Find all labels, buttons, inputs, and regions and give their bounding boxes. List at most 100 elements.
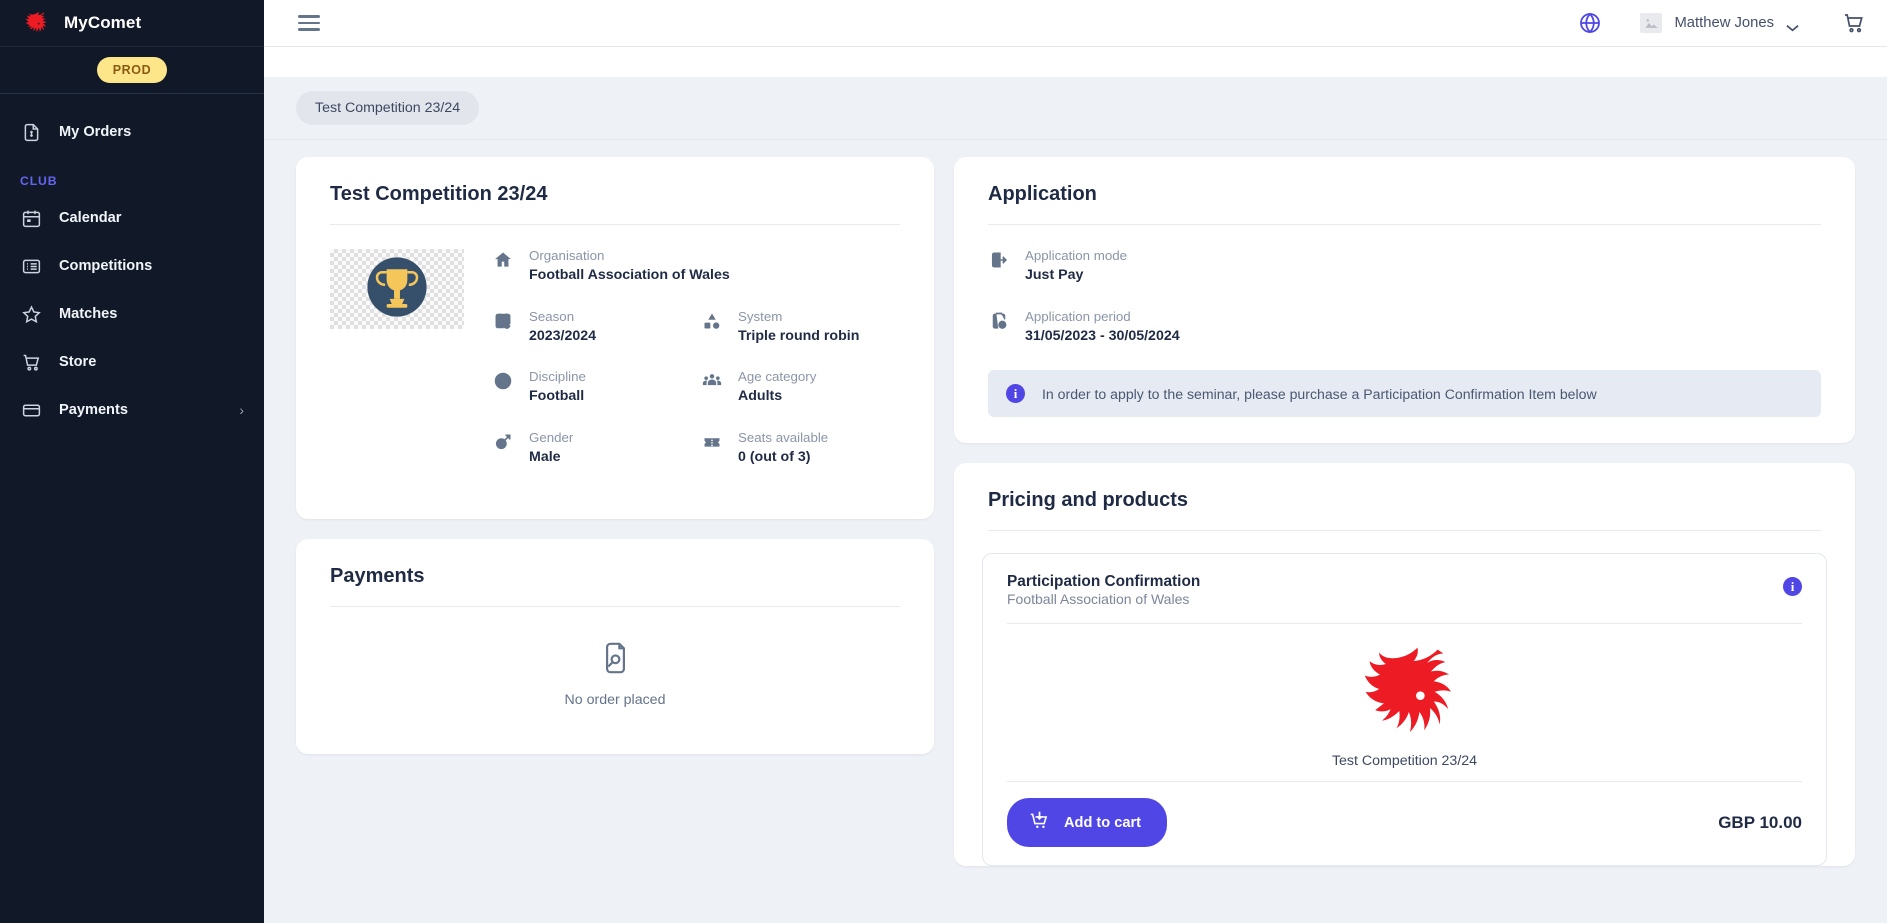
sidebar-item-label: Matches [59,306,118,322]
fact-system: System Triple round robin [701,308,900,369]
competition-body: Organisation Football Association of Wal… [296,225,934,519]
breadcrumb: Test Competition 23/24 [264,77,1887,125]
no-order-document-icon [600,641,631,680]
sidebar-nav: My Orders CLUB Calendar Competitions Mat… [0,94,264,434]
welsh-dragon-logo-icon [20,8,50,38]
sidebar-item-payments[interactable]: Payments › [0,386,264,434]
ticket-icon [701,431,723,453]
chevron-right-icon: › [239,402,244,418]
card-title: Payments [330,565,425,588]
product-price: GBP 10.00 [1718,812,1802,832]
info-circle-icon[interactable]: i [1783,577,1802,597]
hamburger-bar [298,21,320,25]
fact-discipline: Discipline Football [492,368,691,429]
sidebar-item-label: My Orders [59,124,132,140]
payments-empty-text: No order placed [564,692,666,709]
pricing-card: Pricing and products Participation Confi… [954,463,1855,867]
fact-application-mode: Application mode Just Pay [988,247,1821,308]
calendar-icon [20,207,42,229]
fact-value: Football [529,388,585,405]
sidebar: MyComet PROD My Orders CLUB Calendar Com… [0,0,264,923]
sidebar-brand[interactable]: MyComet [0,0,264,47]
people-group-icon [701,370,723,392]
broken-image-placeholder-icon [1640,13,1663,33]
fact-value: Triple round robin [738,327,860,344]
sidebar-brand-name: MyComet [64,13,142,32]
application-notice: i In order to apply to the seminar, plea… [988,370,1821,418]
sidebar-item-my-orders[interactable]: My Orders [0,108,264,156]
competition-logo [330,249,464,329]
sidebar-item-label: Store [59,354,97,370]
sidebar-item-matches[interactable]: Matches [0,290,264,338]
fact-value: 31/05/2023 - 30/05/2024 [1025,327,1180,344]
hamburger-bar [298,15,320,18]
calendar-refresh-icon [492,310,514,332]
fact-value: Football Association of Wales [529,267,730,283]
fact-label: Gender [529,429,574,445]
trophy-icon [360,250,434,329]
male-gender-icon [492,431,514,453]
topbar-actions: Matthew Jones [1578,11,1867,35]
app-root: MyComet PROD My Orders CLUB Calendar Com… [0,0,1887,923]
fact-season: Season 2023/2024 [492,308,691,369]
application-notice-text: In order to apply to the seminar, please… [1042,385,1597,402]
fact-label: Application mode [1025,248,1128,263]
product-media: Test Competition 23/24 [983,624,1826,781]
fact-value: Just Pay [1025,267,1084,283]
product-item: Participation Confirmation Football Asso… [982,553,1827,867]
home-icon [492,249,514,271]
card-title: Test Competition 23/24 [330,183,548,205]
login-arrow-icon [988,249,1010,271]
hamburger-bar [298,28,320,31]
fact-label: Discipline [529,369,586,385]
fact-value: Male [529,448,561,465]
welsh-dragon-logo-icon [1357,640,1453,741]
hamburger-menu-icon[interactable] [298,15,320,31]
fact-label: Application period [1025,308,1131,324]
fact-seats-available: Seats available 0 (out of 3) [701,429,900,490]
main-area: Matthew Jones Test Competition 23/24 Tes… [264,0,1887,923]
fact-value: 2023/2024 [529,327,597,344]
user-name: Matthew Jones [1674,15,1774,31]
product-footer: Add to cart GBP 10.00 [983,782,1826,865]
payments-empty-state: No order placed [296,607,934,754]
document-invoice-icon [20,121,42,143]
competition-card: Test Competition 23/24 Organisation Foot… [296,157,934,520]
sidebar-item-calendar[interactable]: Calendar [0,194,264,242]
sidebar-item-label: Payments [59,402,128,418]
application-body: Application mode Just Pay Application pe… [954,225,1855,443]
globe-icon[interactable] [1578,11,1602,35]
breadcrumb-chip[interactable]: Test Competition 23/24 [296,91,480,125]
add-to-cart-label: Add to cart [1064,814,1142,831]
card-title: Application [988,183,1097,205]
sidebar-section-club: CLUB [20,174,58,188]
fact-gender: Gender Male [492,429,691,490]
fact-label: Organisation [529,248,605,263]
product-media-caption: Test Competition 23/24 [1331,753,1478,770]
left-column: Test Competition 23/24 Organisation Foot… [296,157,934,755]
right-column: Application Application mode Just Pay Ap… [954,157,1855,867]
fact-value: Adults [738,388,783,405]
sidebar-item-competitions[interactable]: Competitions [0,242,264,290]
list-icon [20,255,42,277]
info-circle-icon: i [1006,384,1025,404]
env-badge: PROD [96,57,168,83]
sidebar-item-store[interactable]: Store [0,338,264,386]
pricing-body: Participation Confirmation Football Asso… [954,531,1855,867]
add-to-cart-icon [1029,810,1050,835]
fact-application-period: Application period 31/05/2023 - 30/05/20… [988,308,1821,369]
product-name: Participation Confirmation [1007,573,1201,591]
user-menu[interactable]: Matthew Jones [1640,13,1799,33]
shopping-cart-icon[interactable] [1841,11,1867,35]
add-to-cart-button[interactable]: Add to cart [1007,798,1168,848]
credit-card-icon [20,399,42,421]
sidebar-item-label: Calendar [59,210,122,226]
sidebar-item-label: Competitions [59,258,153,274]
subheader-band [264,47,1887,77]
application-card: Application Application mode Just Pay Ap… [954,157,1855,444]
product-header: Participation Confirmation Football Asso… [983,554,1826,623]
fact-organisation: Organisation Football Association of Wal… [492,247,900,308]
fact-label: Season [529,308,575,324]
card-title: Pricing and products [988,489,1189,512]
topbar: Matthew Jones [264,0,1887,47]
